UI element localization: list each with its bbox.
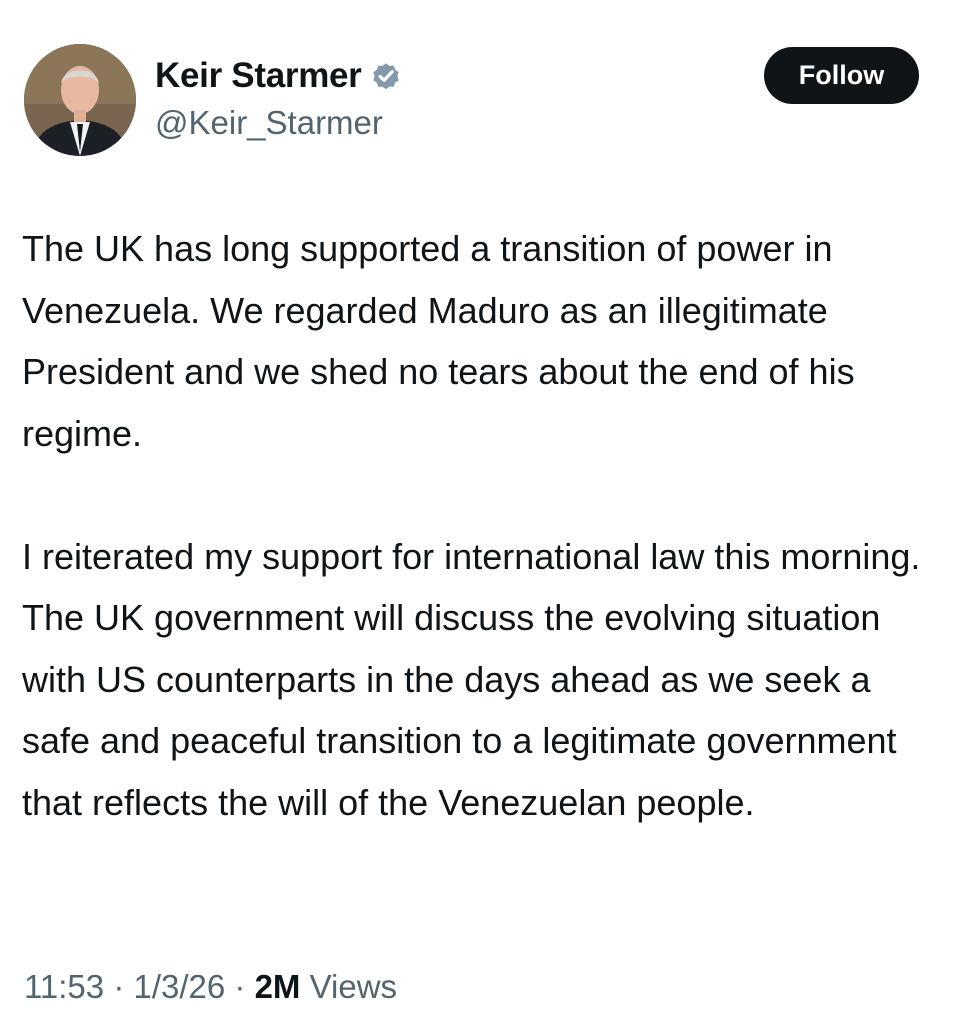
tweet-meta: 11:53 · 1/3/26 · 2M Views [24,968,397,1006]
author-name-row: Keir Starmer [155,52,402,100]
views-label: Views [309,968,398,1005]
avatar[interactable] [24,44,136,156]
tweet-time[interactable]: 11:53 [24,968,104,1005]
follow-button[interactable]: Follow [764,47,919,104]
display-name[interactable]: Keir Starmer [155,56,362,96]
tweet-text: The UK has long supported a transition o… [22,218,946,833]
meta-separator: · [234,968,246,1005]
tweet-date[interactable]: 1/3/26 [133,968,225,1005]
views-count[interactable]: 2M [255,968,301,1005]
tweet-paragraph: I reiterated my support for internationa… [22,535,921,823]
verified-badge-icon [370,60,402,92]
tweet-paragraph: The UK has long supported a transition o… [22,228,855,454]
author-handle[interactable]: @Keir_Starmer [155,104,383,142]
meta-separator: · [113,968,125,1005]
tweet-card: Keir Starmer @Keir_Starmer Follow The UK… [0,0,960,1018]
